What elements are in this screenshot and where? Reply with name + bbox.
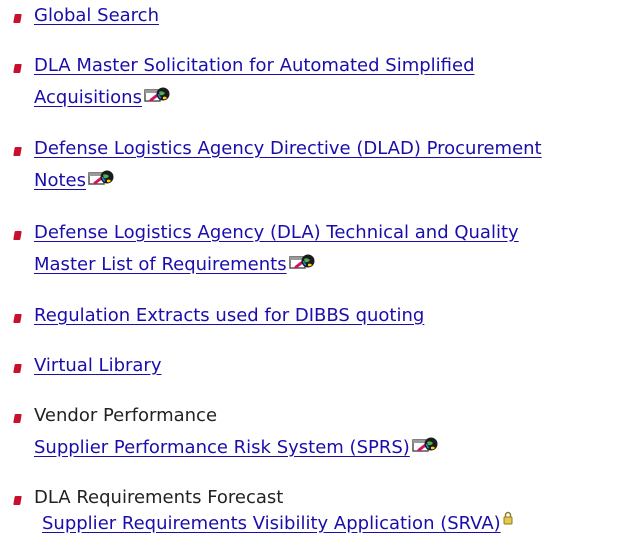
- bullet-icon: [13, 147, 22, 156]
- dlad-procurement-notes-link-line1[interactable]: Defense Logistics Agency Directive (DLAD…: [34, 138, 542, 159]
- technical-quality-requirements-link-line2[interactable]: Master List of Requirements: [34, 254, 287, 275]
- regulation-extracts-link[interactable]: Regulation Extracts used for DIBBS quoti…: [34, 305, 424, 326]
- external-link-globe-icon[interactable]: [88, 168, 114, 188]
- srva-link[interactable]: Supplier Requirements Visibility Applica…: [42, 513, 501, 534]
- sprs-link[interactable]: Supplier Performance Risk System (SPRS): [34, 437, 410, 458]
- virtual-library-link[interactable]: Virtual Library: [34, 355, 161, 376]
- bullet-icon: [13, 64, 22, 73]
- bullet-icon: [13, 231, 22, 240]
- lock-icon: [503, 506, 513, 520]
- bullet-icon: [13, 314, 22, 323]
- dla-master-solicitation-link-line1[interactable]: DLA Master Solicitation for Automated Si…: [34, 55, 475, 76]
- technical-quality-requirements-link-line1[interactable]: Defense Logistics Agency (DLA) Technical…: [34, 222, 519, 243]
- external-link-globe-icon[interactable]: [289, 252, 315, 272]
- external-link-globe-icon[interactable]: [412, 435, 438, 455]
- bullet-icon: [13, 496, 22, 505]
- external-link-globe-icon[interactable]: [144, 85, 170, 105]
- bullet-icon: [13, 414, 22, 423]
- dlad-procurement-notes-link-line2[interactable]: Notes: [34, 170, 86, 191]
- dla-master-solicitation-link-line2[interactable]: Acquisitions: [34, 87, 142, 108]
- bullet-icon: [13, 364, 22, 373]
- global-search-link[interactable]: Global Search: [34, 5, 159, 26]
- bullet-icon: [13, 14, 22, 23]
- vendor-performance-heading: Vendor Performance: [34, 405, 218, 426]
